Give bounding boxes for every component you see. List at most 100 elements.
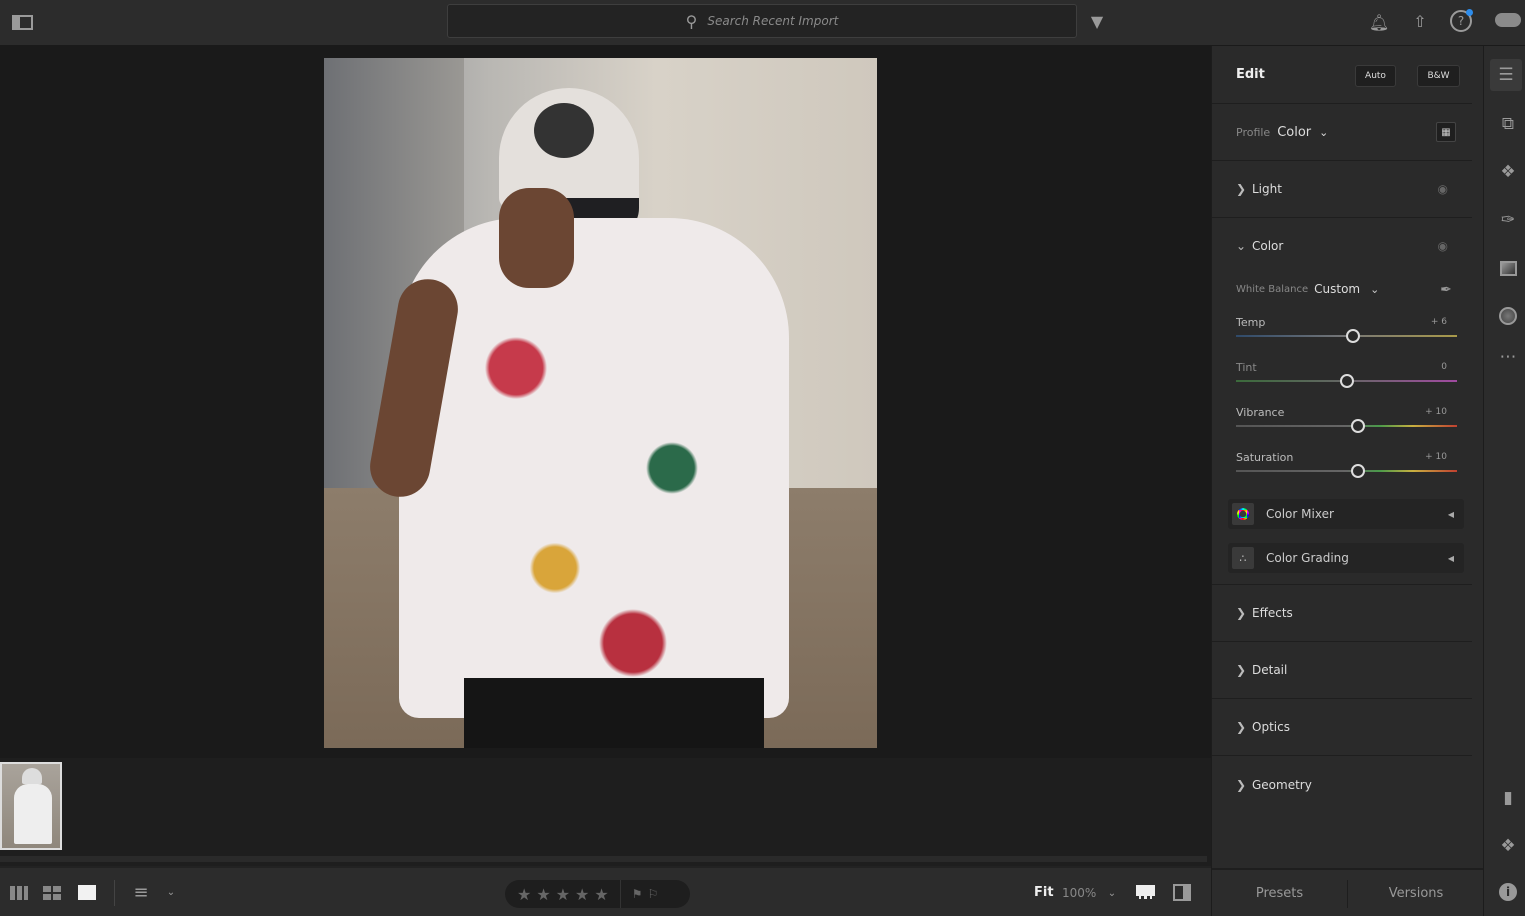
search-input[interactable]: ⚲ Search Recent Import: [447, 4, 1077, 38]
share-icon[interactable]: ⇧: [1409, 10, 1431, 32]
section-detail[interactable]: ❯ Detail: [1212, 642, 1472, 699]
profile-row: Profile Color ⌄ ▦: [1212, 104, 1472, 161]
color-wheel-icon: [1232, 503, 1254, 525]
filter-icon[interactable]: ▼: [1087, 11, 1107, 31]
section-color: ⌄ Color ◉ White Balance Custom ⌄ ✒ Temp + …: [1212, 218, 1472, 585]
eye-icon[interactable]: ◉: [1438, 239, 1448, 253]
slider-value: + 10: [1425, 452, 1447, 462]
main-photo: [324, 58, 877, 748]
slider-label: Saturation: [1236, 451, 1294, 464]
filmstrip-thumbnail[interactable]: [0, 762, 62, 850]
before-after-icon[interactable]: [1173, 884, 1191, 901]
expand-triangle-icon: ◀: [1447, 509, 1454, 519]
radial-gradient-icon[interactable]: [1492, 300, 1524, 332]
section-label: Optics: [1252, 720, 1290, 734]
healing-icon[interactable]: ❖: [1492, 156, 1524, 188]
sort-chevron-icon[interactable]: ⌄: [164, 882, 178, 902]
profile-dropdown[interactable]: Color: [1277, 125, 1311, 140]
bw-button[interactable]: B&W: [1417, 65, 1460, 87]
slider-track[interactable]: [1236, 329, 1457, 343]
slider-saturation: Saturation + 10: [1212, 449, 1472, 489]
color-grading-label: Color Grading: [1266, 551, 1349, 565]
star-1[interactable]: ★: [517, 885, 531, 904]
section-optics[interactable]: ❯ Optics: [1212, 699, 1472, 756]
section-geometry[interactable]: ❯ Geometry: [1212, 756, 1472, 813]
filmstrip: [0, 758, 1211, 866]
chevron-right-icon: ❯: [1236, 720, 1247, 734]
section-effects[interactable]: ❯ Effects: [1212, 585, 1472, 642]
slider-value: + 6: [1430, 317, 1447, 327]
panel-footer: Presets Versions: [1212, 868, 1484, 916]
slider-vibrance: Vibrance + 10: [1212, 404, 1472, 444]
more-icon[interactable]: ⋯: [1492, 341, 1524, 373]
edit-sliders-icon[interactable]: ☰: [1490, 59, 1522, 91]
section-label: Light: [1252, 182, 1282, 196]
slider-track[interactable]: [1236, 419, 1457, 433]
slider-track[interactable]: [1236, 464, 1457, 478]
sort-icon[interactable]: ≡: [130, 882, 152, 903]
color-mixer-button[interactable]: Color Mixer ◀: [1228, 499, 1464, 529]
panel-toggle-icon[interactable]: [10, 12, 34, 32]
expand-triangle-icon: ◀: [1447, 553, 1454, 563]
slider-label: Temp: [1236, 316, 1266, 329]
zoom-fit[interactable]: Fit: [1034, 885, 1054, 900]
slider-thumb[interactable]: [1350, 464, 1365, 478]
chevron-right-icon: ❯: [1236, 182, 1247, 196]
zoom-level[interactable]: 100%: [1062, 886, 1096, 900]
eye-icon[interactable]: ◉: [1438, 182, 1448, 196]
bell-icon[interactable]: 🔔︎: [1368, 11, 1390, 33]
edit-title: Edit: [1236, 67, 1265, 82]
section-color-header[interactable]: ⌄ Color ◉: [1212, 218, 1472, 273]
slider-thumb[interactable]: [1339, 374, 1354, 388]
slider-value: + 10: [1425, 407, 1447, 417]
linear-gradient-icon[interactable]: [1492, 252, 1524, 284]
bottom-toolbar: ≡ ⌄ ★ ★ ★ ★ ★ ⚑ ⚐ Fit 100% ⌄: [0, 866, 1211, 916]
color-grading-button[interactable]: ∴ Color Grading ◀: [1228, 543, 1464, 573]
slider-thumb[interactable]: [1350, 419, 1365, 433]
white-balance-label: White Balance: [1236, 283, 1309, 295]
section-label: Color: [1252, 238, 1284, 253]
star-5[interactable]: ★: [594, 885, 608, 904]
section-label: Detail: [1252, 663, 1288, 677]
cloud-icon[interactable]: [1495, 13, 1521, 27]
tag-icon[interactable]: ❖: [1492, 830, 1524, 862]
top-bar: ⚲ Search Recent Import ▼ 🔔︎ ⇧ ?: [0, 0, 1525, 46]
slider-thumb[interactable]: [1346, 329, 1361, 343]
slider-label: Tint: [1236, 361, 1257, 374]
flag-reject-icon[interactable]: ⚐: [647, 887, 658, 901]
chevron-right-icon: ❯: [1236, 663, 1247, 677]
presets-tab[interactable]: Presets: [1212, 870, 1347, 916]
rating-flag-control: ★ ★ ★ ★ ★ ⚑ ⚐: [505, 880, 690, 908]
info-icon[interactable]: i: [1492, 876, 1524, 908]
comment-icon[interactable]: ▮: [1492, 782, 1524, 814]
star-4[interactable]: ★: [575, 885, 589, 904]
white-balance-dropdown[interactable]: Custom: [1314, 282, 1360, 296]
slider-value: 0: [1441, 362, 1447, 372]
star-3[interactable]: ★: [556, 885, 570, 904]
versions-tab[interactable]: Versions: [1348, 870, 1484, 916]
profile-browser-icon[interactable]: ▦: [1436, 122, 1456, 142]
brush-icon[interactable]: ✑: [1492, 204, 1524, 236]
detail-view-icon[interactable]: [78, 885, 96, 900]
edit-panel: Edit Auto B&W Profile Color ⌄ ▦ ❯ Light ◉ …: [1211, 46, 1484, 916]
profile-label: Profile: [1236, 125, 1271, 139]
photo-grid-icon[interactable]: [10, 886, 28, 900]
square-grid-icon[interactable]: [43, 886, 61, 900]
flag-pick-icon[interactable]: ⚑: [632, 887, 643, 901]
section-light[interactable]: ❯ Light ◉: [1212, 161, 1472, 218]
crop-icon[interactable]: ⧉: [1492, 108, 1524, 140]
slider-tint: Tint 0: [1212, 359, 1472, 399]
auto-button[interactable]: Auto: [1355, 65, 1396, 87]
zoom-chevron-icon[interactable]: ⌄: [1105, 884, 1119, 902]
search-placeholder: Search Recent Import: [707, 14, 839, 28]
star-2[interactable]: ★: [536, 885, 550, 904]
chevron-down-icon[interactable]: ⌄: [1319, 126, 1328, 139]
filmstrip-toggle-icon[interactable]: [1136, 885, 1155, 899]
color-grading-icon: ∴: [1232, 547, 1254, 569]
chevron-down-icon[interactable]: ⌄: [1370, 283, 1379, 296]
section-label: Effects: [1252, 606, 1293, 620]
eyedropper-icon[interactable]: ✒: [1436, 280, 1456, 300]
filmstrip-scrollbar[interactable]: [0, 856, 1207, 862]
slider-label: Vibrance: [1236, 406, 1285, 419]
slider-track[interactable]: [1236, 374, 1457, 388]
